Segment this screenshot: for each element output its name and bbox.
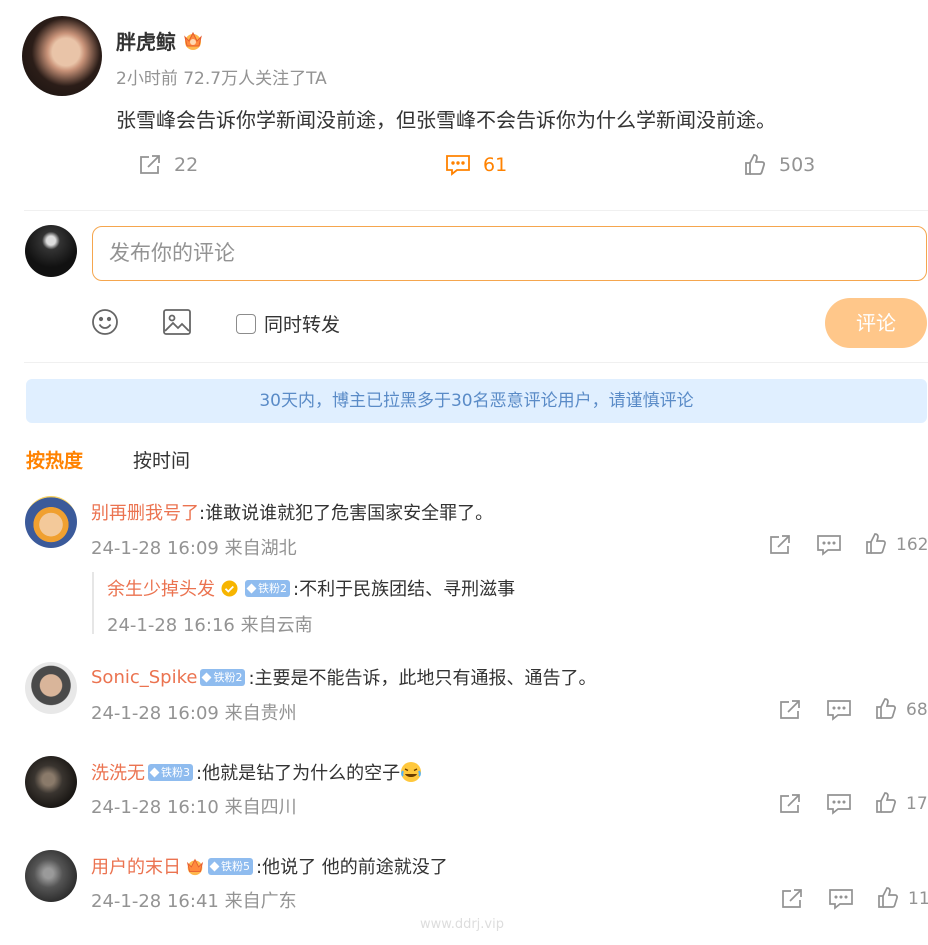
- comment-avatar[interactable]: [25, 756, 77, 808]
- reply-icon[interactable]: [828, 887, 854, 911]
- reply-content: 余生少掉头发 铁粉2 :不利于民族团结、寻刑滋事: [107, 575, 515, 601]
- comment-button[interactable]: 61: [445, 153, 507, 177]
- current-user-avatar: [25, 225, 77, 277]
- repost-icon[interactable]: [778, 698, 802, 722]
- diamond-icon: [149, 767, 160, 777]
- comment-meta: 24-1-28 16:09 来自湖北: [91, 538, 297, 559]
- post-author-avatar[interactable]: [22, 16, 102, 96]
- like-icon[interactable]: [876, 886, 900, 910]
- comment-text: :谁敢说谁就犯了危害国家安全罪了。: [199, 503, 494, 524]
- repost-icon[interactable]: [778, 792, 802, 816]
- comment-count: 61: [483, 154, 508, 176]
- repost-checkbox-label: 同时转发: [264, 314, 341, 336]
- comment-meta: 24-1-28 16:10 来自四川: [91, 797, 297, 818]
- fan-badge: 铁粉5: [208, 857, 253, 875]
- reply-icon[interactable]: [816, 533, 842, 557]
- repost-button[interactable]: 22: [138, 153, 198, 177]
- verified-icon: [221, 580, 238, 596]
- comment-author[interactable]: 别再删我号了: [91, 499, 199, 525]
- submit-comment-button[interactable]: 评论: [825, 298, 927, 348]
- watermark: www.ddrj.vip: [420, 917, 504, 932]
- comment-text: :他就是钻了为什么的空子: [196, 763, 401, 784]
- post-divider: [24, 210, 928, 211]
- crown-badge-icon: [186, 858, 204, 876]
- diamond-icon: [202, 672, 212, 682]
- diamond-icon: [246, 583, 257, 593]
- fan-badge: 铁粉2: [200, 668, 246, 686]
- like-icon[interactable]: [864, 532, 888, 556]
- reply-indent-bar: [92, 572, 94, 634]
- emoji-icon[interactable]: [91, 308, 119, 336]
- reply-icon[interactable]: [826, 792, 852, 816]
- post-text: 张雪峰会告诉你学新闻没前途，但张雪峰不会告诉你为什么学新闻没前途。: [116, 108, 776, 132]
- like-icon: [745, 154, 766, 175]
- like-count: 17: [906, 794, 928, 814]
- repost-icon: [140, 155, 160, 174]
- reply-author[interactable]: 余生少掉头发: [107, 575, 215, 601]
- fan-badge: 铁粉3: [148, 763, 193, 781]
- post-author[interactable]: 胖虎鲸: [116, 26, 204, 55]
- comment-author[interactable]: 洗洗无: [91, 759, 145, 785]
- fan-badge: 铁粉2: [245, 579, 290, 597]
- composer-divider: [24, 362, 928, 363]
- comment-content: Sonic_Spike 铁粉2 :主要是不能告诉，此地只有通报、通告了。: [91, 664, 597, 690]
- like-count: 11: [908, 889, 928, 909]
- comment-input[interactable]: 发布你的评论: [92, 226, 927, 281]
- comment-text: :主要是不能告诉，此地只有通报、通告了。: [248, 668, 597, 689]
- comment-author[interactable]: Sonic_Spike: [91, 667, 197, 688]
- repost-checkbox[interactable]: 同时转发: [236, 310, 340, 337]
- image-icon[interactable]: [162, 308, 192, 336]
- crying-laughing-emoji-icon: [401, 762, 422, 782]
- like-icon[interactable]: [874, 791, 898, 815]
- comment-avatar[interactable]: [25, 496, 77, 548]
- comment-meta: 24-1-28 16:41 来自广东: [91, 891, 297, 912]
- comment-content: 别再删我号了 :谁敢说谁就犯了危害国家安全罪了。: [91, 499, 493, 525]
- notice-banner: 30天内，博主已拉黑多于30名恶意评论用户，请谨慎评论: [26, 379, 927, 423]
- reply-meta: 24-1-28 16:16 来自云南: [107, 615, 313, 636]
- comment-avatar[interactable]: [25, 850, 77, 902]
- like-button[interactable]: 503: [743, 153, 815, 177]
- diamond-icon: [209, 861, 220, 871]
- comment-icon: [446, 155, 470, 176]
- sort-by-time-tab[interactable]: 按时间: [133, 446, 190, 473]
- like-count: 68: [906, 700, 928, 720]
- checkbox-box[interactable]: [236, 313, 256, 334]
- reply-text: :不利于民族团结、寻刑滋事: [293, 579, 516, 600]
- comment-text: :他说了 他的前途就没了: [256, 857, 448, 878]
- repost-icon[interactable]: [780, 887, 804, 911]
- sort-by-hot-tab[interactable]: 按热度: [26, 446, 83, 473]
- comment-author[interactable]: 用户的末日: [91, 853, 181, 879]
- comment-content: 用户的末日 铁粉5 :他说了 他的前途就没了: [91, 853, 448, 879]
- like-icon[interactable]: [874, 697, 898, 721]
- crown-badge-icon: [184, 31, 202, 50]
- comment-avatar[interactable]: [25, 662, 77, 714]
- repost-icon[interactable]: [768, 533, 792, 557]
- like-count: 162: [896, 535, 928, 555]
- comment-meta: 24-1-28 16:09 来自贵州: [91, 703, 297, 724]
- repost-count: 22: [174, 154, 199, 176]
- comment-content: 洗洗无 铁粉3 :他就是钻了为什么的空子: [91, 759, 422, 785]
- like-count: 503: [779, 154, 816, 176]
- post-meta: 2小时前 72.7万人关注了TA: [116, 69, 327, 89]
- reply-icon[interactable]: [826, 698, 852, 722]
